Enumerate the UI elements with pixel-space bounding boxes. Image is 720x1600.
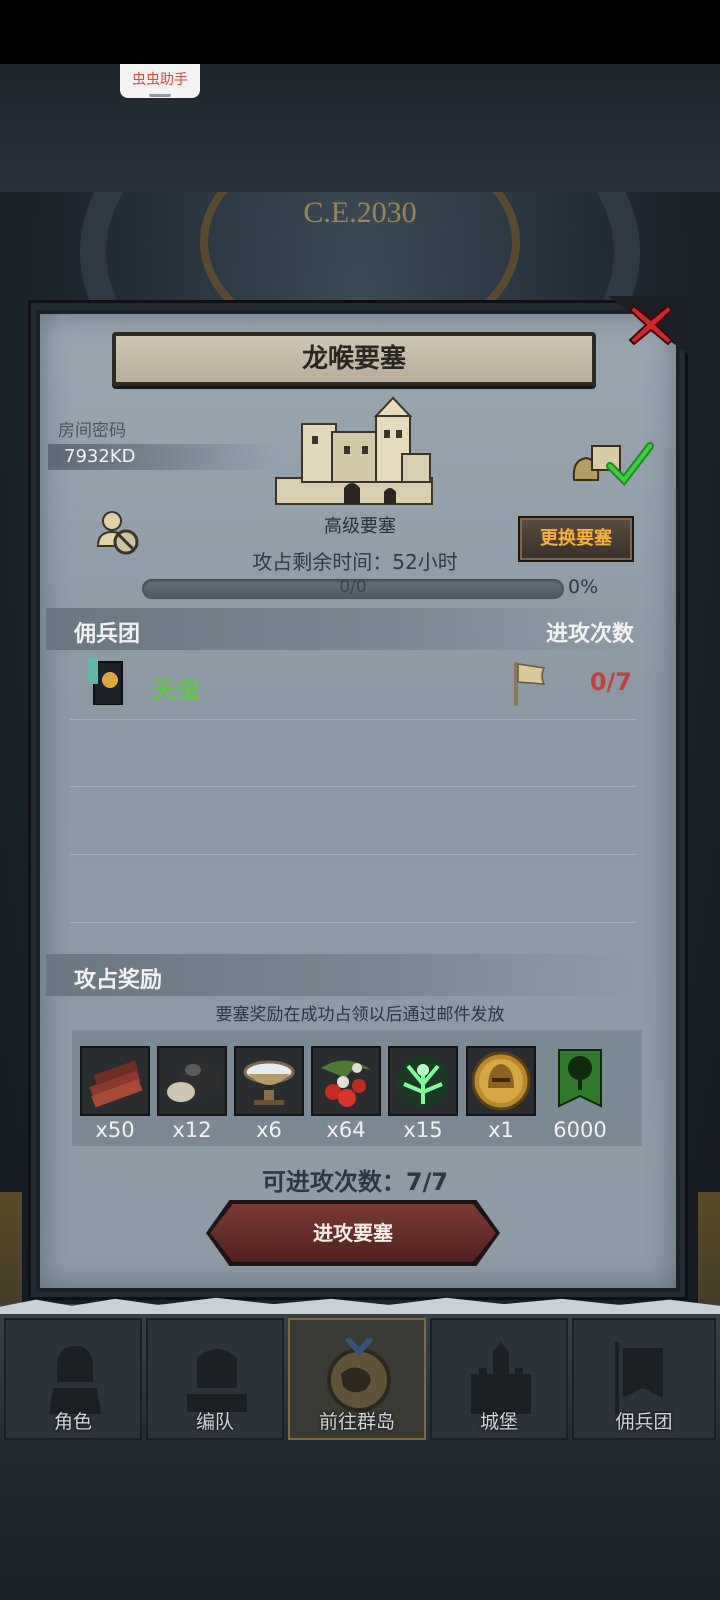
dialog-title: 龙喉要塞	[112, 332, 596, 386]
berries-icon[interactable]	[311, 1046, 381, 1116]
bottom-background	[0, 1442, 720, 1600]
nav-character[interactable]: 角色	[4, 1318, 142, 1440]
room-password-value: 7932KD	[64, 446, 136, 467]
helmet-group-icon	[187, 1349, 247, 1412]
no-occupant-icon	[94, 508, 142, 556]
reward-qty: x1	[488, 1118, 514, 1142]
knight-icon	[49, 1346, 101, 1414]
handle-icon	[149, 94, 171, 97]
attack-flag-icon	[510, 660, 548, 708]
helper-tag[interactable]: 虫虫助手	[120, 64, 200, 98]
reward-qty: 6000	[553, 1118, 607, 1142]
tree-banner-icon[interactable]	[545, 1046, 615, 1116]
capture-progress-text: 0/0	[339, 577, 367, 597]
attack-times-header: 进攻次数	[545, 622, 634, 647]
reward-qty: x15	[403, 1118, 443, 1142]
top-background	[0, 64, 720, 192]
time-value: 52小时	[392, 550, 458, 574]
helper-label: 虫虫助手	[132, 72, 188, 88]
nav-label: 佣兵团	[615, 1411, 673, 1433]
reward-qty: x64	[326, 1118, 366, 1142]
nav-islands[interactable]: 前往群岛	[288, 1318, 426, 1440]
stone-ore-icon[interactable]	[157, 1046, 227, 1116]
mercenary-attack-count: 0/7	[589, 668, 632, 696]
fortress-castle-icon	[272, 396, 436, 508]
nav-formation[interactable]: 编队	[146, 1318, 284, 1440]
era-text: C.E.2030	[303, 196, 417, 229]
reward-qty: x6	[256, 1118, 282, 1142]
mercenary-banner-icon	[86, 658, 126, 708]
mercenary-row[interactable]: 天虫 0/7	[70, 652, 636, 720]
compass-globe-icon	[327, 1338, 391, 1412]
attack-count-label: 可进攻次数：7/7	[261, 1168, 449, 1196]
row-divider	[70, 922, 636, 923]
time-label: 攻占剩余时间：	[252, 550, 393, 574]
silver-bowl-icon[interactable]	[234, 1046, 304, 1116]
reward-qty: x50	[95, 1118, 135, 1142]
nav-label: 前往群岛	[318, 1411, 395, 1433]
nav-label: 编队	[195, 1411, 234, 1433]
loot-claimed-icon[interactable]	[570, 436, 654, 487]
status-bar	[0, 0, 720, 64]
wood-planks-icon[interactable]	[80, 1046, 150, 1116]
green-spirit-icon[interactable]	[388, 1046, 458, 1116]
close-button[interactable]	[628, 302, 674, 348]
capture-progress-percent: 0%	[568, 576, 599, 598]
reward-qty: x12	[172, 1118, 212, 1142]
attack-fortress-button[interactable]: 进攻要塞	[210, 1204, 496, 1262]
room-password-label: 房间密码	[58, 421, 126, 441]
banner-sword-icon	[615, 1342, 663, 1414]
castle-icon	[471, 1342, 531, 1414]
nav-mercenary[interactable]: 佣兵团	[572, 1318, 716, 1440]
row-divider	[70, 786, 636, 787]
rewards-header: 攻占奖励	[74, 968, 163, 993]
reward-note: 要塞奖励在成功占领以后通过邮件发放	[215, 1005, 505, 1025]
golden-helmet-coin-icon[interactable]	[466, 1046, 536, 1116]
nav-castle[interactable]: 城堡	[430, 1318, 568, 1440]
change-fortress-button[interactable]: 更换要塞	[518, 516, 634, 562]
mercenary-header: 佣兵团	[74, 622, 141, 647]
close-icon	[628, 304, 674, 346]
nav-label: 城堡	[479, 1411, 518, 1433]
mercenary-name: 天虫	[152, 676, 200, 704]
row-divider	[70, 854, 636, 855]
nav-label: 角色	[53, 1411, 92, 1433]
